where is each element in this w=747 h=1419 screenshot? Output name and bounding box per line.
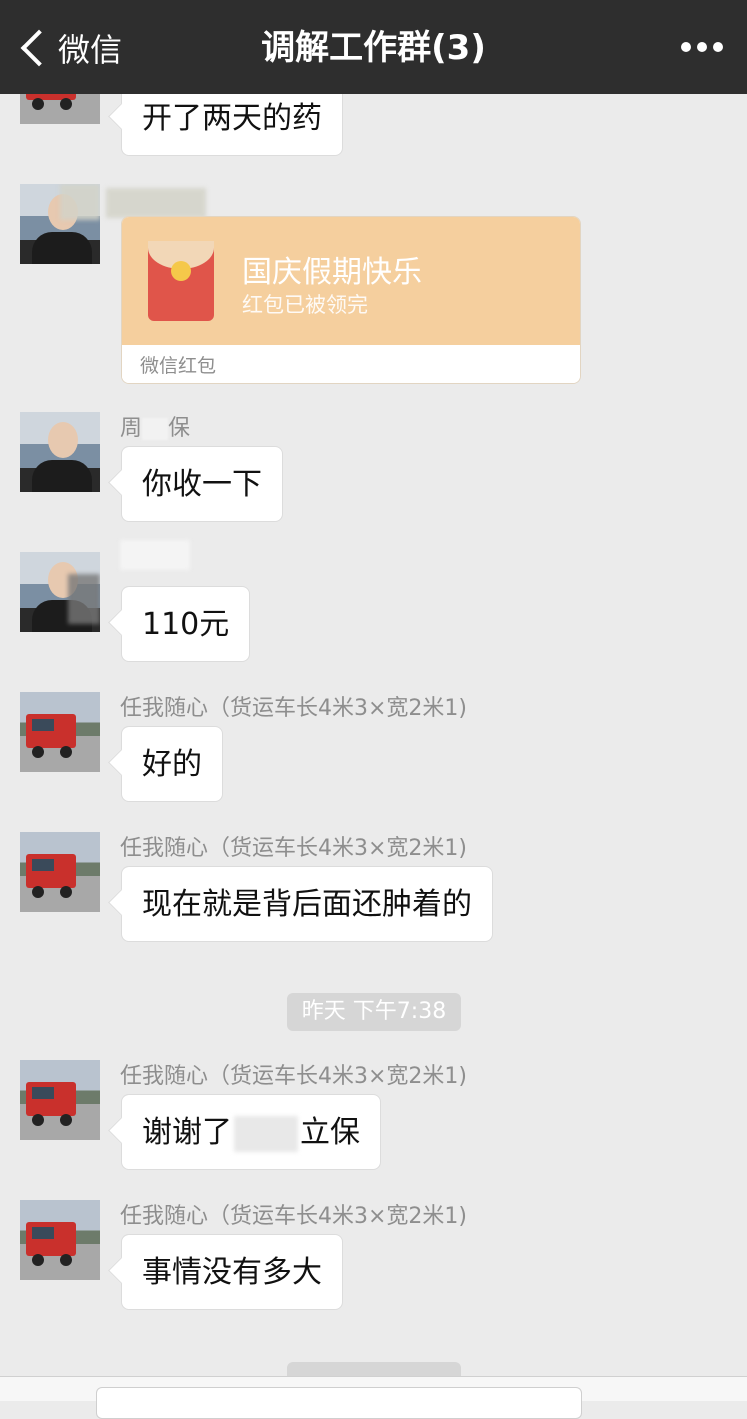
- avatar[interactable]: [20, 832, 100, 912]
- timestamp: 昨天 下午7:38: [287, 993, 461, 1031]
- avatar[interactable]: [20, 692, 100, 772]
- message-list: 开了两天的药 国庆假期快乐 红包已被领完 微信红包 周保 你收一下 110元 任…: [0, 0, 747, 1400]
- sender-name: 任我随心（货运车长4米3×宽2米1): [120, 1204, 468, 1229]
- message-bubble[interactable]: 好的: [121, 726, 223, 802]
- input-bar: [0, 1376, 747, 1419]
- message-bubble[interactable]: 事情没有多大: [121, 1234, 343, 1310]
- message-bubble[interactable]: 谢谢了 立保: [121, 1094, 381, 1170]
- avatar[interactable]: [20, 412, 100, 492]
- red-packet-status: 红包已被领完: [242, 293, 368, 317]
- chat-title: 调解工作群(3): [261, 28, 486, 68]
- sender-name: 周保: [120, 416, 191, 441]
- blurred-sender-name: [106, 188, 206, 218]
- sender-name: 任我随心（货运车长4米3×宽2米1): [120, 1064, 468, 1089]
- message-input[interactable]: [96, 1387, 582, 1419]
- more-options-icon[interactable]: [681, 42, 723, 52]
- avatar[interactable]: [20, 1200, 100, 1280]
- chat-header: 微信 调解工作群(3): [0, 0, 747, 94]
- message-bubble[interactable]: 110元: [121, 586, 251, 662]
- avatar[interactable]: [20, 1060, 100, 1140]
- message-bubble[interactable]: 现在就是背后面还肿着的: [121, 866, 493, 942]
- sender-name: 任我随心（货运车长4米3×宽2米1): [120, 836, 468, 861]
- blurred-sender-name: [120, 540, 190, 570]
- avatar[interactable]: [20, 552, 100, 632]
- red-packet-icon: [148, 241, 214, 321]
- red-packet-title: 国庆假期快乐: [242, 255, 422, 290]
- message-bubble[interactable]: 你收一下: [121, 446, 283, 522]
- red-packet-footer: 微信红包: [140, 355, 217, 377]
- avatar[interactable]: [20, 184, 100, 264]
- red-packet-card[interactable]: 国庆假期快乐 红包已被领完 微信红包: [121, 216, 581, 384]
- sender-name: 任我随心（货运车长4米3×宽2米1): [120, 696, 468, 721]
